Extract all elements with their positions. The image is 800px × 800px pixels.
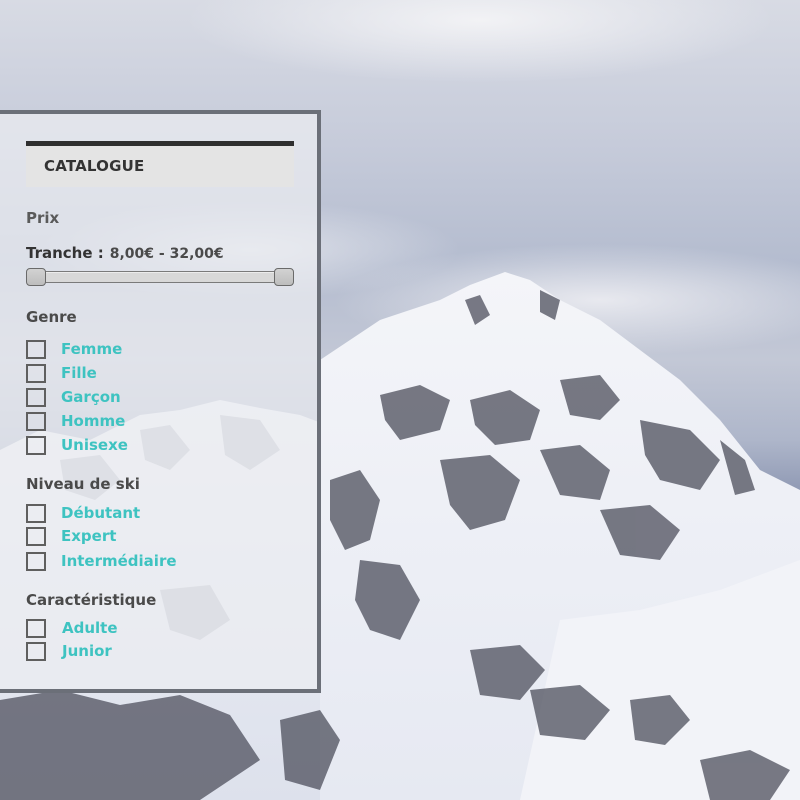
option-label[interactable]: Junior — [62, 642, 112, 660]
genre-option-femme[interactable]: Femme — [26, 339, 122, 359]
option-label[interactable]: Femme — [61, 340, 122, 358]
option-label[interactable]: Intermédiaire — [61, 552, 177, 570]
characteristic-option-adulte[interactable]: Adulte — [26, 618, 118, 638]
price-range-slider-track[interactable] — [36, 271, 284, 283]
option-label[interactable]: Garçon — [61, 388, 121, 406]
price-section-title: Prix — [26, 209, 60, 227]
price-range-label: Tranche : 8,00€ - 32,00€ — [26, 244, 224, 262]
checkbox[interactable] — [26, 526, 46, 546]
option-label[interactable]: Unisexe — [61, 436, 128, 454]
catalogue-filter-panel: CATALOGUE Prix Tranche : 8,00€ - 32,00€ G… — [0, 110, 321, 693]
ski-level-section-title: Niveau de ski — [26, 475, 140, 493]
genre-section-title: Genre — [26, 308, 77, 326]
option-label[interactable]: Débutant — [61, 504, 140, 522]
checkbox[interactable] — [26, 411, 46, 431]
checkbox[interactable] — [26, 551, 46, 571]
checkbox[interactable] — [26, 339, 46, 359]
genre-option-unisexe[interactable]: Unisexe — [26, 435, 128, 455]
checkbox[interactable] — [26, 435, 46, 455]
price-range-caption: Tranche : — [26, 244, 104, 262]
ski-level-option-debutant[interactable]: Débutant — [26, 503, 140, 523]
genre-option-homme[interactable]: Homme — [26, 411, 125, 431]
price-slider-max-handle[interactable] — [274, 268, 294, 286]
catalogue-header: CATALOGUE — [26, 141, 294, 187]
option-label[interactable]: Homme — [61, 412, 125, 430]
option-label[interactable]: Expert — [61, 527, 116, 545]
characteristic-section-title: Caractéristique — [26, 591, 157, 609]
catalogue-title: CATALOGUE — [44, 157, 145, 175]
genre-option-fille[interactable]: Fille — [26, 363, 97, 383]
price-range-value: 8,00€ - 32,00€ — [109, 246, 224, 262]
characteristic-option-junior[interactable]: Junior — [26, 641, 112, 661]
checkbox[interactable] — [26, 641, 46, 661]
checkbox[interactable] — [26, 387, 46, 407]
checkbox[interactable] — [26, 363, 46, 383]
ski-level-option-expert[interactable]: Expert — [26, 526, 116, 546]
option-label[interactable]: Adulte — [62, 619, 118, 637]
option-label[interactable]: Fille — [61, 364, 97, 382]
genre-option-garcon[interactable]: Garçon — [26, 387, 121, 407]
checkbox[interactable] — [26, 503, 46, 523]
ski-level-option-intermediaire[interactable]: Intermédiaire — [26, 551, 177, 571]
checkbox[interactable] — [26, 618, 46, 638]
price-slider-min-handle[interactable] — [26, 268, 46, 286]
